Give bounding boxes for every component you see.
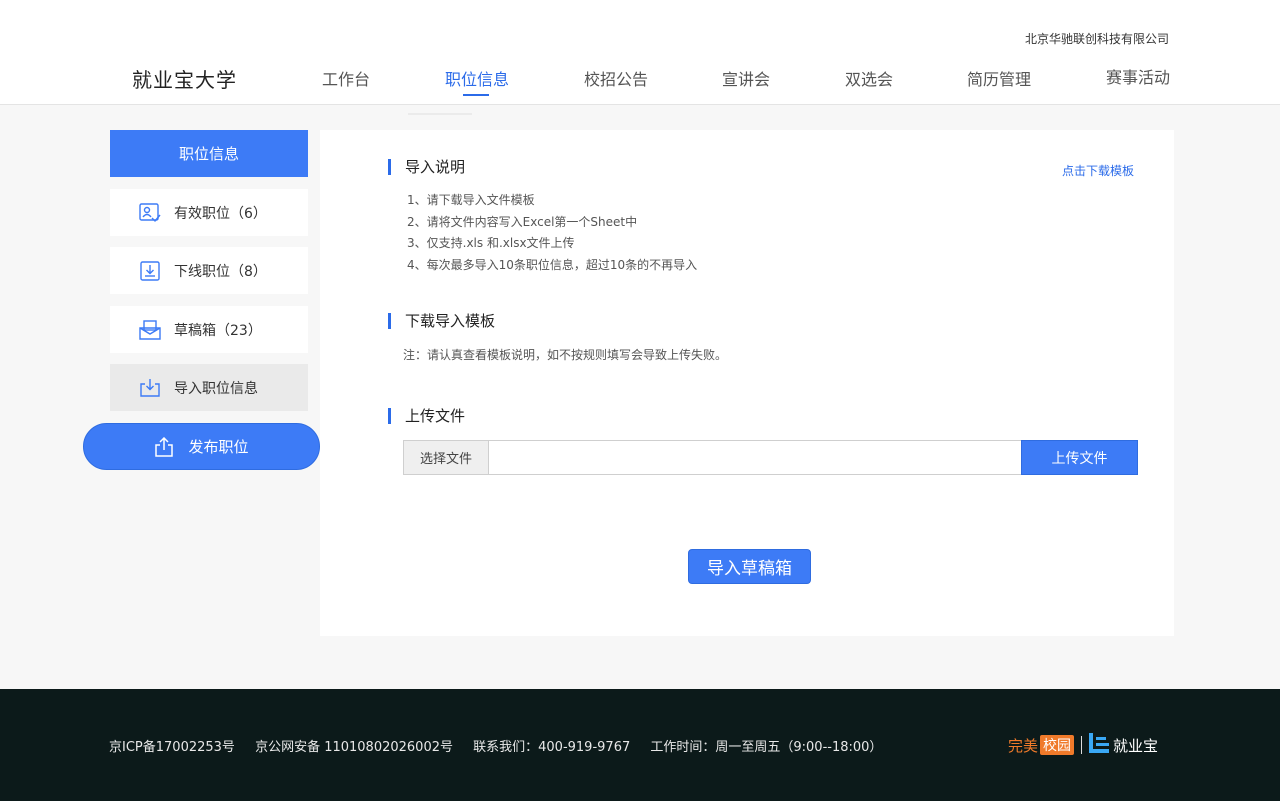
instruction-item: 1、请下载导入文件模板 bbox=[407, 193, 535, 207]
jiuyebao-logo-text: 就业宝 bbox=[1113, 736, 1159, 755]
draft-box-icon bbox=[138, 318, 162, 342]
sidebar-item-offline[interactable]: 下线职位（8） bbox=[110, 247, 308, 294]
campus-logo-box: 校园 bbox=[1040, 735, 1075, 755]
upload-row: 选择文件 上传文件 bbox=[403, 440, 1138, 475]
top-header: 北京华驰联创科技有限公司 就业宝大学 工作台 职位信息 校招公告 宣讲会 双选会… bbox=[0, 0, 1280, 105]
file-path-input[interactable] bbox=[488, 440, 1022, 475]
publish-label: 发布职位 bbox=[188, 438, 249, 456]
brand-title[interactable]: 就业宝大学 bbox=[132, 64, 237, 93]
instruction-item: 4、每次最多导入10条职位信息，超过10条的不再导入 bbox=[407, 257, 698, 272]
nav-item-resumes[interactable]: 简历管理 bbox=[967, 66, 1031, 90]
footer-info: 京ICP备17002253号 京公网安备 11010802026002号 联系我… bbox=[109, 736, 898, 755]
sidebar-item-label: 下线职位（8） bbox=[174, 263, 267, 280]
perfect-campus-logo-text: 完美 bbox=[1008, 736, 1039, 755]
publish-position-button[interactable]: 发布职位 bbox=[83, 423, 320, 470]
nav-item-workbench[interactable]: 工作台 bbox=[322, 66, 370, 90]
police-record-text[interactable]: 京公网安备 11010802026002号 bbox=[255, 740, 453, 755]
section-title-download: 下载导入模板 bbox=[388, 313, 495, 329]
main-nav: 工作台 职位信息 校招公告 宣讲会 双选会 简历管理 赛事活动 bbox=[300, 66, 1180, 104]
instruction-list: 1、请下载导入文件模板 2、请将文件内容写入Excel第一个Sheet中 3、仅… bbox=[407, 190, 697, 276]
upload-file-button[interactable]: 上传文件 bbox=[1021, 440, 1138, 475]
import-card: 导入说明 点击下载模板 1、请下载导入文件模板 2、请将文件内容写入Excel第… bbox=[320, 130, 1174, 636]
instruction-item: 2、请将文件内容写入Excel第一个Sheet中 bbox=[407, 214, 638, 229]
instruction-item: 3、仅支持.xls 和.xlsx文件上传 bbox=[407, 236, 575, 250]
section-title-instructions: 导入说明 bbox=[388, 159, 465, 175]
jiuyebao-logo-icon bbox=[1089, 733, 1110, 757]
nav-item-events[interactable]: 赛事活动 bbox=[1106, 64, 1170, 88]
logo-separator bbox=[1081, 736, 1083, 754]
nav-item-job-fair[interactable]: 双选会 bbox=[845, 66, 893, 90]
download-tray-icon bbox=[138, 259, 162, 283]
sidebar-title: 职位信息 bbox=[110, 130, 308, 177]
icp-text[interactable]: 京ICP备17002253号 bbox=[109, 740, 235, 755]
nav-divider bbox=[408, 113, 472, 115]
nav-item-announcements[interactable]: 校招公告 bbox=[584, 66, 648, 90]
nav-item-positions[interactable]: 职位信息 bbox=[445, 66, 509, 90]
sidebar-item-drafts[interactable]: 草稿箱（23） bbox=[110, 306, 308, 353]
page-footer: 京ICP备17002253号 京公网安备 11010802026002号 联系我… bbox=[0, 689, 1280, 801]
choose-file-button[interactable]: 选择文件 bbox=[403, 440, 489, 475]
import-icon bbox=[138, 376, 162, 400]
sidebar-item-import[interactable]: 导入职位信息 bbox=[110, 364, 308, 411]
nav-active-underline bbox=[463, 94, 489, 96]
sidebar-item-label: 有效职位（6） bbox=[174, 205, 267, 222]
sidebar-item-label: 导入职位信息 bbox=[174, 380, 258, 397]
template-note: 注：请认真查看模板说明，如不按规则填写会导致上传失败。 bbox=[403, 348, 728, 362]
company-name: 北京华驰联创科技有限公司 bbox=[1024, 32, 1169, 46]
valid-position-icon bbox=[138, 201, 162, 225]
work-hours-text: 工作时间：周一至周五（9:00--18:00） bbox=[650, 740, 883, 755]
download-template-link[interactable]: 点击下载模板 bbox=[1062, 162, 1134, 179]
import-to-drafts-button[interactable]: 导入草稿箱 bbox=[688, 549, 811, 584]
contact-text: 联系我们：400-919-9767 bbox=[473, 740, 631, 755]
footer-logo: 完美 校园 就业宝 bbox=[1008, 733, 1158, 757]
sidebar-item-label: 草稿箱（23） bbox=[174, 322, 262, 339]
section-title-upload: 上传文件 bbox=[388, 408, 465, 424]
share-upload-icon bbox=[154, 436, 176, 458]
nav-item-presentations[interactable]: 宣讲会 bbox=[722, 66, 770, 90]
sidebar-item-valid[interactable]: 有效职位（6） bbox=[110, 189, 308, 236]
